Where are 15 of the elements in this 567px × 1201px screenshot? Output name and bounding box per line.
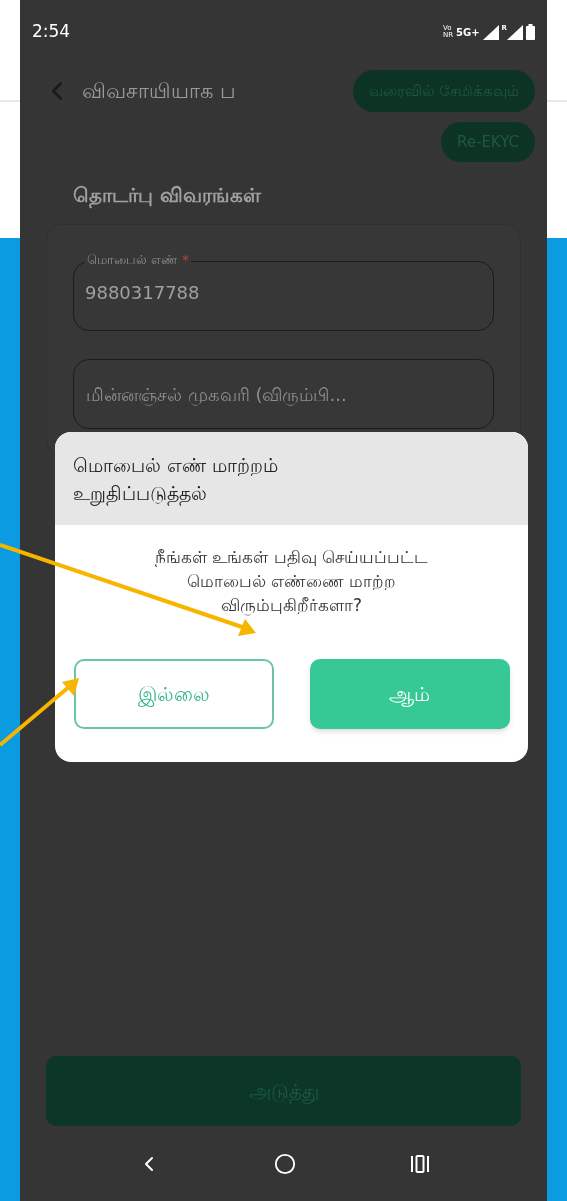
email-input[interactable]: மின்னஞ்சல் முகவரி (விரும்பி... [86, 380, 481, 408]
no-button[interactable]: இல்லை [73, 659, 274, 729]
recents-icon[interactable] [410, 1154, 431, 1173]
status-time: 2:54 [32, 20, 71, 44]
battery-icon [526, 24, 535, 40]
dialog-message: நீங்கள் உங்கள் பதிவு செய்யப்பட்ட மொபைல் எண்ணை மாற்ற விரும்புகிறீர்களா? [153, 546, 430, 617]
section-title: தொடர்பு விவரங்கள் [73, 182, 263, 210]
signal-icon [482, 24, 499, 40]
dialog-title: மொபைல் எண் மாற்றம் உறுதிப்படுத்தல் [73, 452, 280, 507]
email-field[interactable]: மின்னஞ்சல் முகவரி (விரும்பி... [73, 359, 494, 429]
page-title: விவசாயியாக ப [82, 78, 236, 105]
home-icon[interactable] [274, 1152, 297, 1175]
signal-icon [507, 24, 523, 40]
yes-button[interactable]: ஆம் [309, 659, 510, 729]
network-label: 5G+ [456, 25, 480, 40]
